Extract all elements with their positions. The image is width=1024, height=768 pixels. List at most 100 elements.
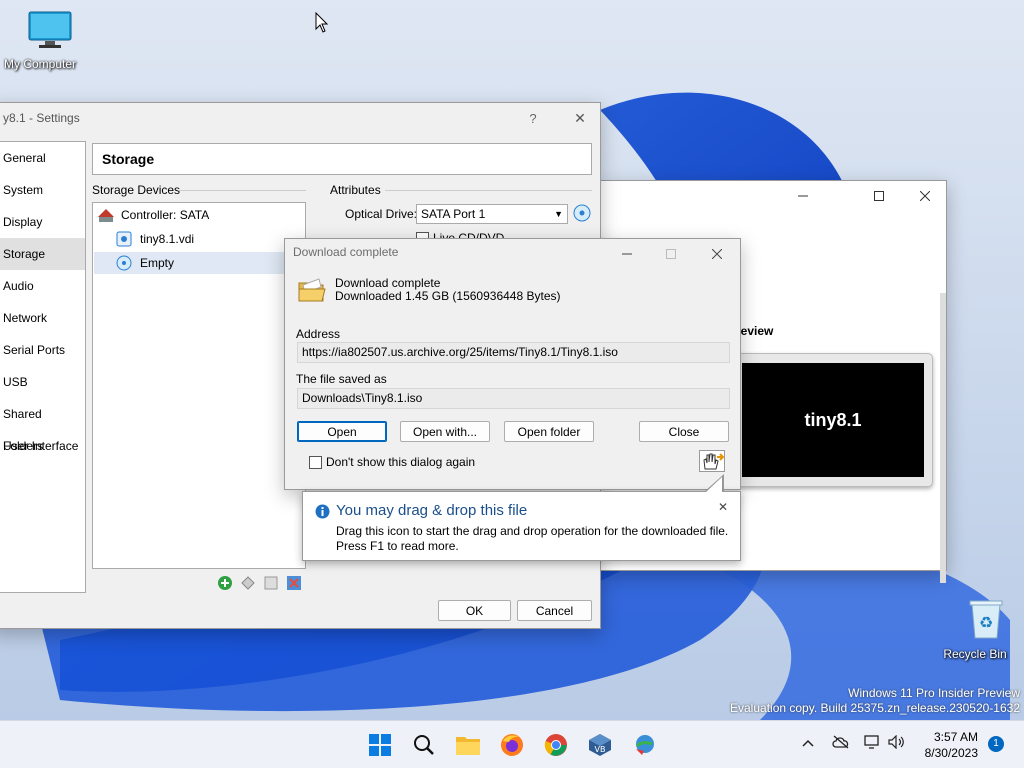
close-dialog-button[interactable]: Close [639, 421, 729, 442]
nav-item-usb[interactable]: USB [0, 366, 85, 398]
virtualbox-icon: VB [589, 734, 611, 756]
open-folder-button[interactable]: Open folder [504, 421, 594, 442]
drag-drop-balloon: You may drag & drop this file Drag this … [302, 491, 741, 561]
ok-button[interactable]: OK [438, 600, 511, 621]
download-manager-button[interactable] [628, 729, 660, 761]
notification-badge[interactable]: 1 [988, 736, 1004, 752]
close-button[interactable] [911, 185, 939, 207]
desktop-icon-label: Recycle Bin [943, 647, 1007, 661]
tree-item-label: Controller: SATA [121, 208, 210, 222]
remove-attachment-button[interactable] [261, 573, 280, 592]
settings-title: y8.1 - Settings [3, 111, 80, 125]
volume-icon[interactable] [888, 734, 906, 752]
minimize-icon [798, 195, 808, 197]
nav-item-audio[interactable]: Audio [0, 270, 85, 302]
attributes-label: Attributes [330, 183, 381, 197]
address-label: Address [296, 327, 341, 341]
windows-watermark: Windows 11 Pro Insider Preview Evaluatio… [730, 686, 1020, 716]
maximize-button [657, 243, 685, 265]
cloud-offline-icon[interactable] [831, 735, 851, 752]
vm-scrollbar[interactable] [940, 293, 946, 583]
desktop-icon-recycle-bin[interactable]: ♻ Recycle Bin [933, 598, 1017, 661]
balloon-close-button[interactable]: ✕ [718, 500, 728, 514]
tree-item-disk[interactable]: tiny8.1.vdi [116, 228, 194, 250]
firefox-button[interactable] [496, 729, 528, 761]
windows-start-icon [369, 734, 391, 756]
cancel-button[interactable]: Cancel [517, 600, 592, 621]
add-controller-button[interactable] [215, 573, 234, 592]
close-button[interactable] [703, 243, 731, 265]
dont-show-checkbox[interactable] [309, 455, 322, 469]
chrome-icon [544, 734, 567, 756]
remove-controller-button[interactable] [284, 573, 303, 592]
dont-show-label: Don't show this dialog again [326, 455, 476, 469]
help-button[interactable]: ? [519, 107, 547, 129]
drag-drop-handle[interactable] [699, 450, 725, 472]
taskbar: VB 3:57 AM 8/30/2023 1 [0, 720, 1024, 768]
download-manager-icon [635, 735, 654, 755]
start-button[interactable] [364, 729, 396, 761]
balloon-tail-inner [706, 477, 722, 492]
minimize-button[interactable] [789, 185, 817, 207]
nav-item-display[interactable]: Display [0, 206, 85, 238]
nav-item-storage[interactable]: Storage [0, 238, 85, 270]
desktop-icon-my-computer[interactable]: My Computer [0, 10, 82, 71]
mouse-cursor-icon [315, 12, 329, 33]
chrome-button[interactable] [540, 729, 572, 761]
close-icon [920, 191, 930, 201]
open-button[interactable]: Open [297, 421, 387, 442]
optical-drive-label: Optical Drive: [345, 207, 418, 221]
saved-as-field[interactable]: Downloads\Tiny8.1.iso [297, 388, 730, 409]
network-icon[interactable] [864, 735, 882, 752]
storage-devices-tree[interactable]: Controller: SATA tiny8.1.vdi Empty [92, 202, 306, 569]
download-complete-dialog[interactable]: Download complete Download complete Down… [284, 238, 741, 490]
preview-section-label: review [736, 324, 774, 338]
open-with-button[interactable]: Open with... [400, 421, 490, 442]
nav-item-shared-folders[interactable]: Shared Folders [0, 398, 85, 453]
storage-devices-label: Storage Devices [92, 183, 181, 197]
maximize-button[interactable] [865, 185, 893, 207]
tree-item-optical[interactable]: Empty [94, 252, 304, 274]
minimize-button[interactable] [613, 243, 641, 265]
system-clock[interactable]: 3:57 AM 8/30/2023 [912, 729, 978, 761]
controller-icon [98, 209, 114, 222]
computer-icon [28, 11, 71, 48]
info-icon [315, 504, 330, 519]
search-icon [414, 735, 434, 755]
virtualbox-button[interactable]: VB [584, 729, 616, 761]
chevron-down-icon: ▼ [554, 209, 563, 219]
svg-text:VB: VB [595, 745, 606, 754]
group-divider [178, 190, 306, 191]
close-icon [712, 249, 722, 259]
remove-icon [286, 575, 301, 590]
vm-preview-screen: tiny8.1 [742, 363, 924, 477]
disk-remove-icon [264, 576, 277, 589]
firefox-icon [501, 734, 523, 756]
attachment-icon [240, 575, 255, 590]
nav-item-general[interactable]: General [0, 142, 85, 174]
nav-item-user-interface[interactable]: User Interface [0, 430, 85, 462]
choose-disk-icon[interactable] [573, 204, 591, 222]
maximize-icon [666, 249, 676, 259]
address-field[interactable]: https://ia802507.us.archive.org/25/items… [297, 342, 730, 363]
folder-open-icon [298, 278, 326, 302]
recycle-bin-icon: ♻ [969, 600, 1003, 639]
close-button[interactable]: ✕ [566, 107, 594, 129]
search-button[interactable] [408, 729, 440, 761]
optical-drive-select[interactable]: SATA Port 1 ▼ [416, 204, 568, 224]
settings-titlebar[interactable]: y8.1 - Settings [0, 103, 600, 133]
nav-item-serial-ports[interactable]: Serial Ports [0, 334, 85, 366]
dont-show-row[interactable]: Don't show this dialog again [309, 455, 475, 469]
file-explorer-button[interactable] [452, 729, 484, 761]
nav-item-system[interactable]: System [0, 174, 85, 206]
svg-text:♻: ♻ [979, 613, 993, 632]
optical-drive-value: SATA Port 1 [421, 207, 486, 221]
chevron-up-icon[interactable] [801, 735, 815, 751]
optical-disc-icon [116, 255, 132, 271]
minimize-icon [622, 253, 632, 255]
vm-preview-frame: tiny8.1 [731, 353, 933, 487]
vm-window-titlebar[interactable] [601, 181, 946, 211]
add-attachment-button[interactable] [238, 573, 257, 592]
tree-item-controller[interactable]: Controller: SATA [97, 204, 209, 226]
nav-item-network[interactable]: Network [0, 302, 85, 334]
